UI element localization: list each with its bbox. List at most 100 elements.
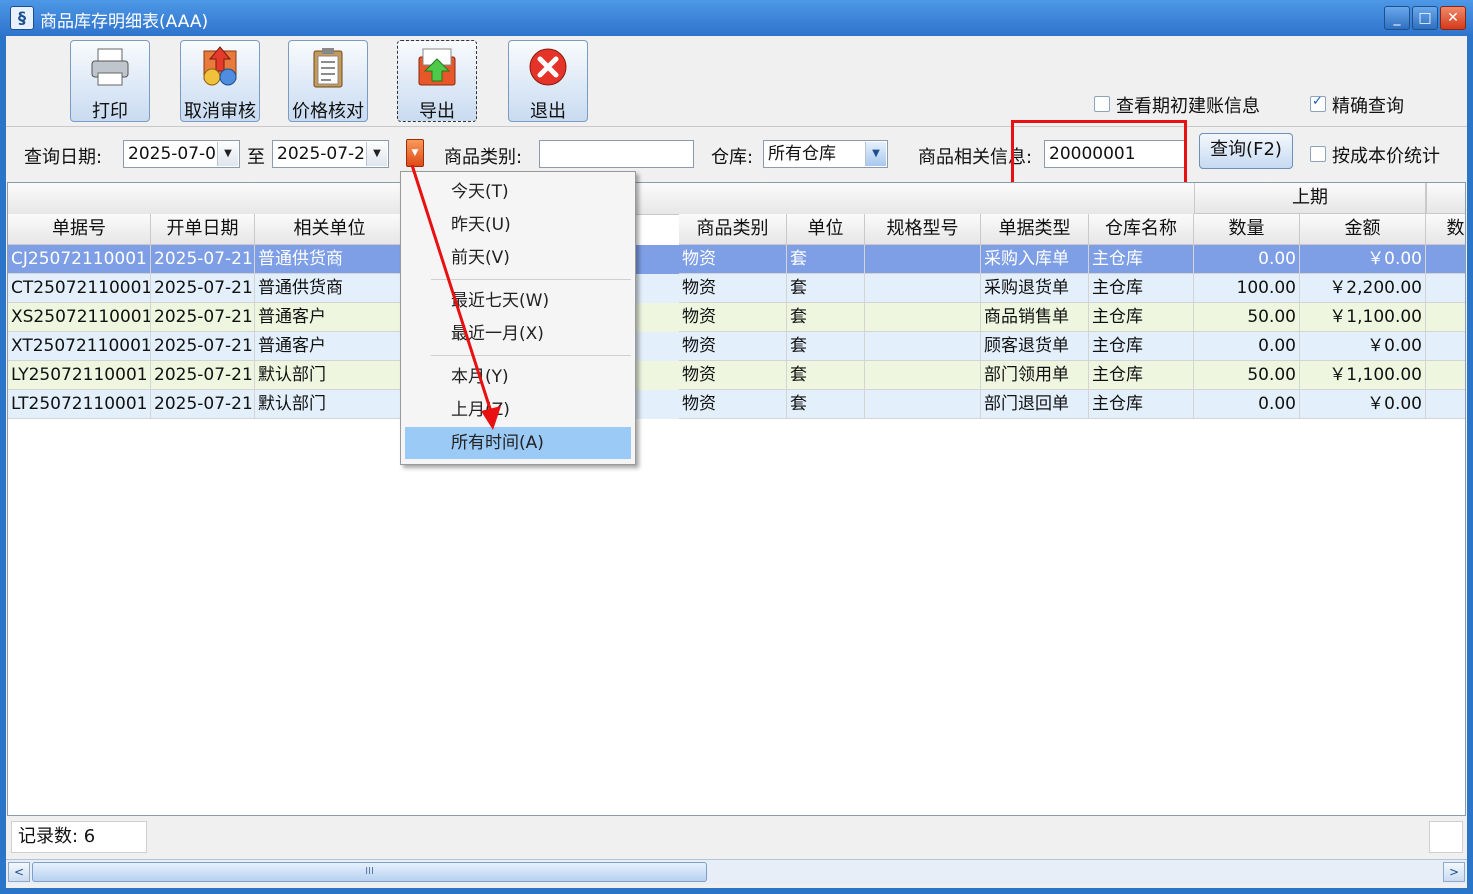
date-from-select[interactable]: 2025-07-0 ▼ <box>123 140 240 168</box>
chevron-down-icon[interactable]: ▼ <box>217 142 238 166</box>
table-cell: CJ25072110001 <box>8 245 151 274</box>
table-cell: 采购入库单 <box>981 245 1089 274</box>
app-window: § 商品库存明细表(AAA) _ □ ✕ 打印 取消审核 价格核对 导出 退出 … <box>0 0 1473 894</box>
table-cell: 套 <box>787 274 865 303</box>
table-cell: 主仓库 <box>1089 361 1194 390</box>
date-to-select[interactable]: 2025-07-2 ▼ <box>272 140 389 168</box>
scroll-thumb[interactable]: III <box>32 862 707 882</box>
title-bar[interactable]: § 商品库存明细表(AAA) _ □ ✕ <box>0 0 1473 36</box>
table-cell: 2025-07-21 <box>151 390 255 419</box>
chevron-down-icon[interactable]: ▼ <box>366 142 387 166</box>
cost-stat-checkbox[interactable] <box>1310 146 1326 162</box>
table-cell: ￥1,100.00 <box>1300 303 1426 332</box>
export-button[interactable]: 导出 <box>397 40 477 122</box>
table-cell: 默认部门 <box>255 361 405 390</box>
warehouse-select[interactable]: 所有仓库 ▼ <box>763 140 888 168</box>
column-header[interactable]: 规格型号 <box>865 214 981 245</box>
warehouse-value: 所有仓库 <box>768 144 836 164</box>
menu-item[interactable]: 最近七天(W) <box>405 285 631 317</box>
column-header[interactable]: 商品类别 <box>679 214 787 245</box>
table-cell: ￥2,200.00 <box>1300 274 1426 303</box>
column-header[interactable]: 单据号 <box>8 214 151 245</box>
table-cell: 套 <box>787 245 865 274</box>
export-label: 导出 <box>419 101 455 122</box>
table-cell: 物资 <box>679 361 787 390</box>
cost-stat-label: 按成本价统计 <box>1332 146 1440 167</box>
table-cell: 普通客户 <box>255 303 405 332</box>
column-header[interactable]: 金额 <box>1300 214 1426 245</box>
table-cell <box>1426 245 1465 274</box>
exit-button[interactable]: 退出 <box>508 40 588 122</box>
date-label: 查询日期: <box>24 147 103 168</box>
menu-item[interactable]: 昨天(U) <box>405 209 631 241</box>
cancel-review-button[interactable]: 取消审核 <box>180 40 260 122</box>
scroll-left-button[interactable]: < <box>8 862 30 882</box>
table-cell <box>865 274 981 303</box>
table-cell: 2025-07-21 <box>151 274 255 303</box>
table-cell: 部门领用单 <box>981 361 1089 390</box>
table-cell: 主仓库 <box>1089 332 1194 361</box>
table-cell <box>865 361 981 390</box>
table-cell: 主仓库 <box>1089 390 1194 419</box>
data-grid[interactable]: 上期 单据号 开单日期 相关单位 商品类别 单位 规格型号 单据类型 仓库名称 数量 金额数 CJ… <box>7 182 1466 816</box>
clipboard-icon <box>313 48 343 88</box>
table-cell: 物资 <box>679 303 787 332</box>
maximize-button[interactable]: □ <box>1412 6 1438 30</box>
table-cell <box>1426 332 1465 361</box>
scroll-right-button[interactable]: > <box>1443 862 1465 882</box>
column-header[interactable]: 仓库名称 <box>1089 214 1194 245</box>
column-header[interactable]: 单据类型 <box>981 214 1089 245</box>
query-button[interactable]: 查询(F2) <box>1199 133 1293 169</box>
table-cell <box>1426 390 1465 419</box>
table-cell: 物资 <box>679 245 787 274</box>
column-header[interactable]: 数 <box>1426 214 1465 245</box>
exact-query-checkbox[interactable] <box>1310 94 1326 112</box>
horizontal-scrollbar[interactable]: < III > <box>6 859 1467 884</box>
menu-item[interactable]: 前天(V) <box>405 242 631 274</box>
table-cell <box>865 245 981 274</box>
toolbar: 打印 取消审核 价格核对 导出 退出 查看期初建账信息 ✓ 精确查询 <box>6 36 1467 126</box>
date-range-menu-button[interactable]: ▼ <box>406 139 424 167</box>
category-input[interactable] <box>539 140 694 168</box>
table-cell: ￥0.00 <box>1300 332 1426 361</box>
minimize-button[interactable]: _ <box>1384 6 1410 30</box>
menu-item[interactable]: 最近一月(X) <box>405 318 631 350</box>
table-cell <box>865 390 981 419</box>
menu-item[interactable]: 上月(Z) <box>405 394 631 426</box>
table-cell: 普通客户 <box>255 332 405 361</box>
column-header[interactable]: 单位 <box>787 214 865 245</box>
chevron-down-icon[interactable]: ▼ <box>865 142 886 166</box>
table-cell <box>865 332 981 361</box>
column-header[interactable]: 开单日期 <box>151 214 255 245</box>
opening-info-label: 查看期初建账信息 <box>1116 96 1260 117</box>
menu-separator <box>431 279 631 280</box>
table-cell: 部门退回单 <box>981 390 1089 419</box>
table-cell: 套 <box>787 303 865 332</box>
app-icon: § <box>10 6 34 30</box>
opening-info-checkbox[interactable] <box>1094 96 1110 112</box>
table-cell <box>1426 274 1465 303</box>
table-cell: 物资 <box>679 390 787 419</box>
column-header[interactable]: 相关单位 <box>255 214 405 245</box>
table-cell <box>865 303 981 332</box>
table-cell: 2025-07-21 <box>151 303 255 332</box>
group-header-next <box>1426 183 1465 214</box>
status-right-panel <box>1429 821 1463 853</box>
menu-item[interactable]: 所有时间(A) <box>405 427 631 459</box>
export-icon <box>418 48 456 86</box>
menu-item[interactable]: 本月(Y) <box>405 361 631 393</box>
close-button[interactable]: ✕ <box>1440 6 1466 30</box>
date-range-menu: 今天(T) 昨天(U) 前天(V) 最近七天(W) 最近一月(X) 本月(Y) 上月(Z) 所… <box>400 171 636 465</box>
table-cell: 套 <box>787 390 865 419</box>
table-cell: XS25072110001 <box>8 303 151 332</box>
table-cell: 0.00 <box>1194 332 1300 361</box>
window-title: 商品库存明细表(AAA) <box>40 12 209 32</box>
table-cell: 套 <box>787 361 865 390</box>
column-header[interactable]: 数量 <box>1194 214 1300 245</box>
table-cell: XT25072110001 <box>8 332 151 361</box>
print-button[interactable]: 打印 <box>70 40 150 122</box>
table-cell: 默认部门 <box>255 390 405 419</box>
menu-item[interactable]: 今天(T) <box>405 176 631 208</box>
price-check-button[interactable]: 价格核对 <box>288 40 368 122</box>
table-cell <box>1426 303 1465 332</box>
